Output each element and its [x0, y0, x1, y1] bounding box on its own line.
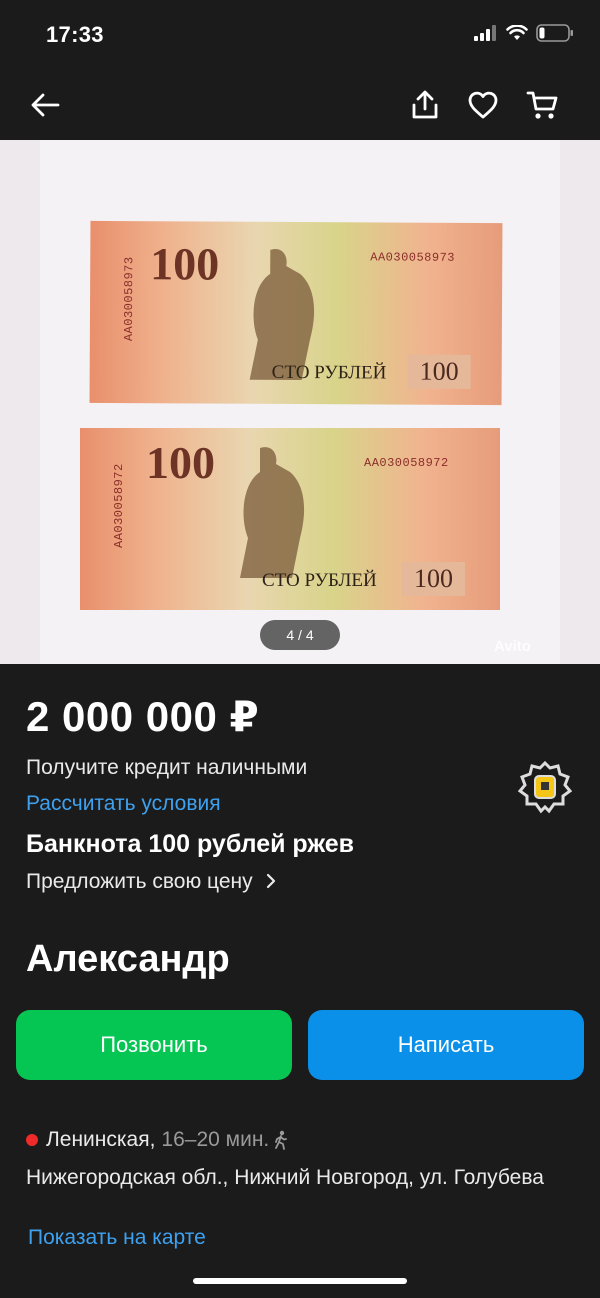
banknote-denomination-box: 100	[402, 562, 465, 596]
metro-station: Ленинская, 16–20 мин.	[26, 1128, 289, 1152]
banknote-serial: АА030058972	[364, 456, 449, 470]
metro-line-dot-icon	[26, 1134, 38, 1146]
calculate-terms-link[interactable]: Рассчитать условия	[26, 792, 221, 816]
back-button[interactable]	[22, 82, 68, 128]
status-time: 17:33	[46, 22, 104, 47]
battery-icon	[536, 24, 573, 42]
seller-name[interactable]: Александр	[26, 938, 230, 981]
banknote-denomination-box: 100	[407, 354, 471, 389]
cart-button[interactable]	[520, 82, 566, 128]
heart-icon	[468, 91, 498, 119]
banknote-denomination: 100	[146, 437, 215, 488]
monument-figure-image	[240, 447, 305, 578]
show-on-map-link[interactable]: Показать на карте	[28, 1226, 206, 1250]
banknote-image-1: 100 АА030058973 АА030058973 СТО РУБЛЕЙ 1…	[89, 220, 503, 406]
banknote-serial-vertical: АА030058972	[112, 463, 126, 548]
share-icon	[412, 90, 438, 119]
bank-logo-icon[interactable]	[516, 760, 574, 814]
chevron-right-icon	[267, 873, 276, 889]
credit-offer-text: Получите кредит наличными	[26, 756, 308, 779]
call-button[interactable]: Позвонить	[16, 1010, 292, 1080]
write-message-button[interactable]: Написать	[308, 1010, 584, 1080]
wifi-icon	[506, 25, 528, 40]
banknote-words: СТО РУБЛЕЙ	[271, 361, 387, 384]
metro-station-name: Ленинская,	[46, 1128, 156, 1151]
signal-icon	[474, 25, 496, 41]
avito-watermark: Avito	[494, 638, 531, 655]
offer-price-label: Предложить свою цену	[26, 870, 253, 893]
listing-title: Банкнота 100 рублей ржев	[26, 830, 355, 858]
banknote-serial: АА030058973	[370, 250, 456, 265]
offer-price-link[interactable]: Предложить свою цену	[26, 870, 278, 894]
banknote-denomination: 100	[150, 238, 220, 290]
top-nav-bar	[0, 72, 600, 140]
banknote-image-2: 100 АА030058972 АА030058972 СТО РУБЛЕЙ 1…	[80, 428, 500, 610]
banknote-words: СТО РУБЛЕЙ	[262, 570, 377, 591]
cart-icon	[526, 91, 558, 119]
favorite-button[interactable]	[460, 82, 506, 128]
home-indicator[interactable]	[193, 1278, 407, 1284]
walking-person-icon	[275, 1130, 288, 1150]
metro-walk-time: 16–20 мин.	[161, 1128, 270, 1151]
photo-counter: 4 / 4	[260, 620, 340, 650]
status-bar: 17:33	[0, 0, 600, 72]
banknote-serial-vertical: АА030058973	[121, 256, 137, 342]
share-button[interactable]	[402, 82, 448, 128]
status-icons	[474, 24, 574, 42]
listing-price: 2 000 000 ₽	[26, 693, 260, 740]
address-text: Нижегородская обл., Нижний Новгород, ул.…	[26, 1166, 544, 1189]
arrow-left-icon	[31, 93, 60, 117]
